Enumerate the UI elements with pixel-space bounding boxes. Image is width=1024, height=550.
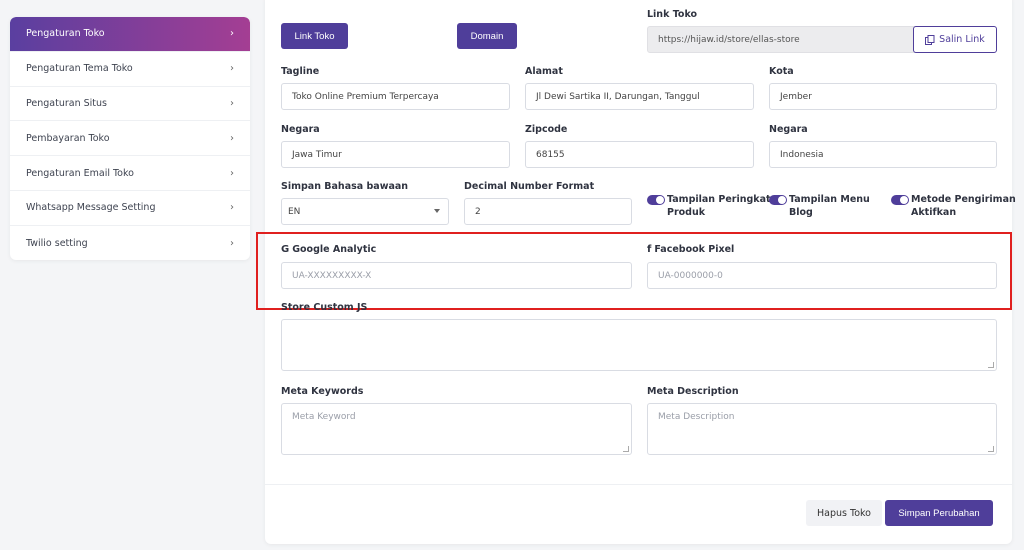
- zipcode-label: Zipcode: [525, 124, 568, 135]
- bahasa-label: Simpan Bahasa bawaan: [281, 181, 409, 192]
- link-toko-button[interactable]: Link Toko: [281, 23, 348, 49]
- sidebar-item-pengaturan-tema-toko[interactable]: Pengaturan Tema Toko ›: [10, 52, 250, 87]
- resize-handle-icon[interactable]: [988, 362, 994, 368]
- toggle-label-line1: Metode Pengiriman: [911, 194, 1016, 205]
- chevron-right-icon: ›: [230, 132, 234, 144]
- save-changes-button[interactable]: Simpan Perubahan: [885, 500, 993, 526]
- resize-handle-icon[interactable]: [988, 446, 994, 452]
- highlight-box: [256, 232, 1012, 310]
- chevron-right-icon: ›: [230, 237, 234, 249]
- sidebar-item-label: Whatsapp Message Setting: [26, 202, 156, 214]
- negara-label: Negara: [281, 124, 320, 135]
- negara-input[interactable]: Indonesia: [769, 141, 997, 168]
- sidebar-item-whatsapp-message-setting[interactable]: Whatsapp Message Setting ›: [10, 191, 250, 226]
- bahasa-selected-value: EN: [288, 206, 301, 217]
- sidebar-item-label: Twilio setting: [26, 237, 88, 249]
- copy-link-button[interactable]: Salin Link: [913, 26, 997, 53]
- alamat-input[interactable]: Jl Dewi Sartika II, Darungan, Tanggul: [525, 83, 754, 110]
- footer-divider: [265, 484, 1012, 485]
- meta-description-placeholder: Meta Description: [658, 412, 735, 422]
- sidebar-item-label: Pengaturan Situs: [26, 97, 107, 109]
- toggle-metode-pengiriman-label: Metode Pengiriman Aktifkan: [911, 193, 1016, 219]
- chevron-right-icon: ›: [230, 63, 234, 75]
- toggle-label-line2: Blog: [789, 207, 813, 218]
- toggle-menu-blog[interactable]: [769, 195, 787, 205]
- caret-down-icon: [434, 209, 440, 213]
- toggle-label-line2: Produk: [667, 207, 706, 218]
- sidebar-item-label: Pengaturan Email Toko: [26, 167, 134, 179]
- toggle-label-line1: Tampilan Peringkat: [667, 194, 771, 205]
- delete-store-button[interactable]: Hapus Toko: [806, 500, 882, 526]
- link-toko-label: Link Toko: [647, 9, 698, 20]
- meta-keywords-label: Meta Keywords: [281, 386, 364, 397]
- sidebar-item-pengaturan-toko[interactable]: Pengaturan Toko ›: [10, 17, 250, 52]
- meta-keywords-textarea[interactable]: Meta Keyword: [281, 403, 632, 455]
- link-toko-field[interactable]: https://hijaw.id/store/ellas-store: [647, 26, 919, 53]
- toggle-peringkat-produk-label: Tampilan Peringkat Produk: [667, 193, 771, 219]
- sidebar-item-pengaturan-situs[interactable]: Pengaturan Situs ›: [10, 87, 250, 122]
- copy-icon: [925, 34, 935, 45]
- bahasa-select[interactable]: EN: [281, 198, 449, 225]
- zipcode-input[interactable]: 68155: [525, 141, 754, 168]
- tagline-input[interactable]: Toko Online Premium Terpercaya: [281, 83, 510, 110]
- meta-description-textarea[interactable]: Meta Description: [647, 403, 997, 455]
- chevron-right-icon: ›: [230, 202, 234, 214]
- sidebar-item-label: Pengaturan Tema Toko: [26, 63, 133, 75]
- domain-button[interactable]: Domain: [457, 23, 517, 49]
- negara-label-2: Negara: [769, 124, 808, 135]
- sidebar-item-twilio-setting[interactable]: Twilio setting ›: [10, 226, 250, 260]
- tagline-label: Tagline: [281, 66, 320, 77]
- custom-js-textarea[interactable]: [281, 319, 997, 371]
- toggle-metode-pengiriman[interactable]: [891, 195, 909, 205]
- sidebar-item-pengaturan-email-toko[interactable]: Pengaturan Email Toko ›: [10, 156, 250, 191]
- chevron-right-icon: ›: [230, 28, 234, 40]
- custom-js-label: Store Custom JS: [281, 302, 368, 313]
- resize-handle-icon[interactable]: [623, 446, 629, 452]
- kota-label: Kota: [769, 66, 794, 77]
- toggle-menu-blog-label: Tampilan Menu Blog: [789, 193, 870, 219]
- sidebar-item-label: Pembayaran Toko: [26, 132, 110, 144]
- kota-input[interactable]: Jember: [769, 83, 997, 110]
- decimal-format-label: Decimal Number Format: [464, 181, 595, 192]
- toggle-peringkat-produk[interactable]: [647, 195, 665, 205]
- toggle-label-line1: Tampilan Menu: [789, 194, 870, 205]
- provinsi-input[interactable]: Jawa Timur: [281, 141, 510, 168]
- meta-keywords-placeholder: Meta Keyword: [292, 412, 356, 422]
- chevron-right-icon: ›: [230, 97, 234, 109]
- decimal-format-input[interactable]: 2: [464, 198, 632, 225]
- copy-button-label: Salin Link: [939, 34, 985, 45]
- alamat-label: Alamat: [525, 66, 563, 77]
- chevron-right-icon: ›: [230, 167, 234, 179]
- toggle-label-line2: Aktifkan: [911, 207, 957, 218]
- sidebar-item-label: Pengaturan Toko: [26, 28, 105, 40]
- sidebar-item-pembayaran-toko[interactable]: Pembayaran Toko ›: [10, 121, 250, 157]
- settings-sidebar: Pengaturan Toko › Pengaturan Tema Toko ›…: [10, 17, 250, 260]
- meta-description-label: Meta Description: [647, 386, 739, 397]
